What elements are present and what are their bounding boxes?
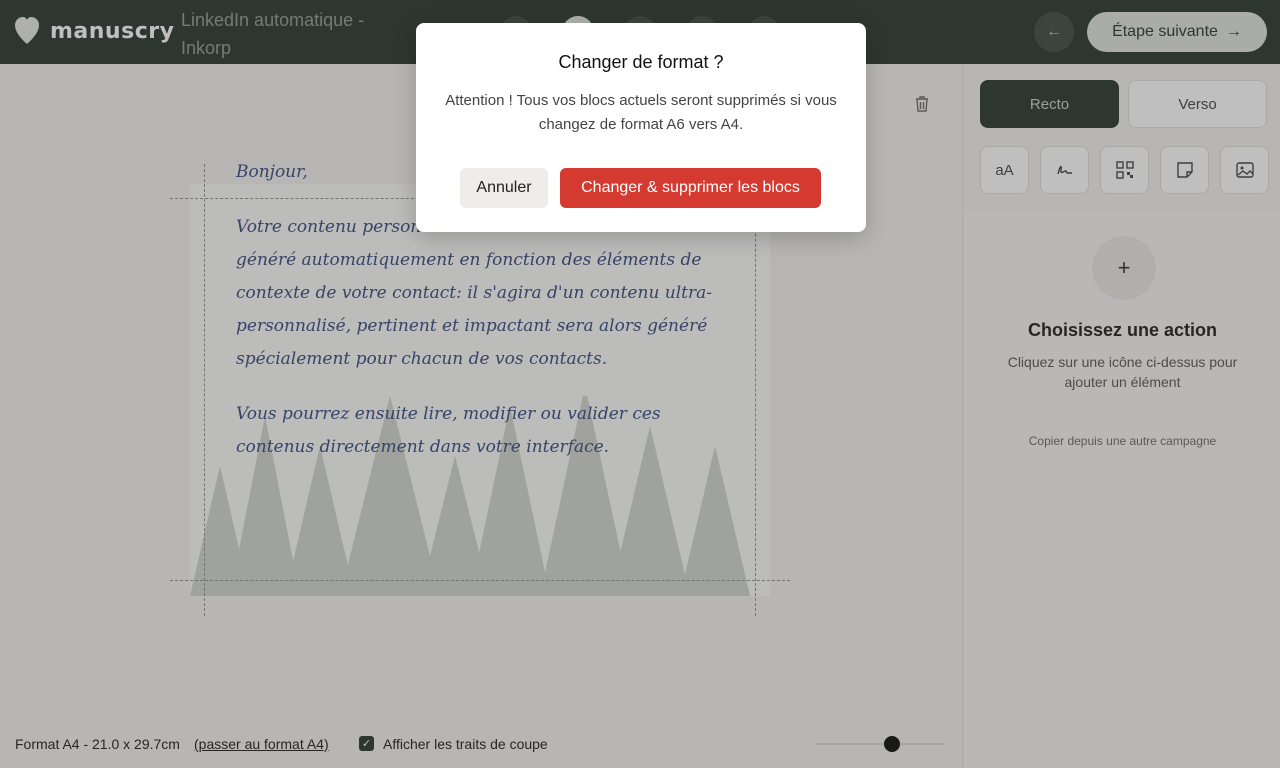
dialog-title: Changer de format ? [558,52,724,72]
change-format-dialog: Changer de format ? Attention ! Tous vos… [416,23,866,232]
cancel-button[interactable]: Annuler [460,168,548,208]
dialog-message: Attention ! Tous vos blocs actuels seron… [445,92,837,133]
confirm-change-button[interactable]: Changer & supprimer les blocs [560,168,821,208]
